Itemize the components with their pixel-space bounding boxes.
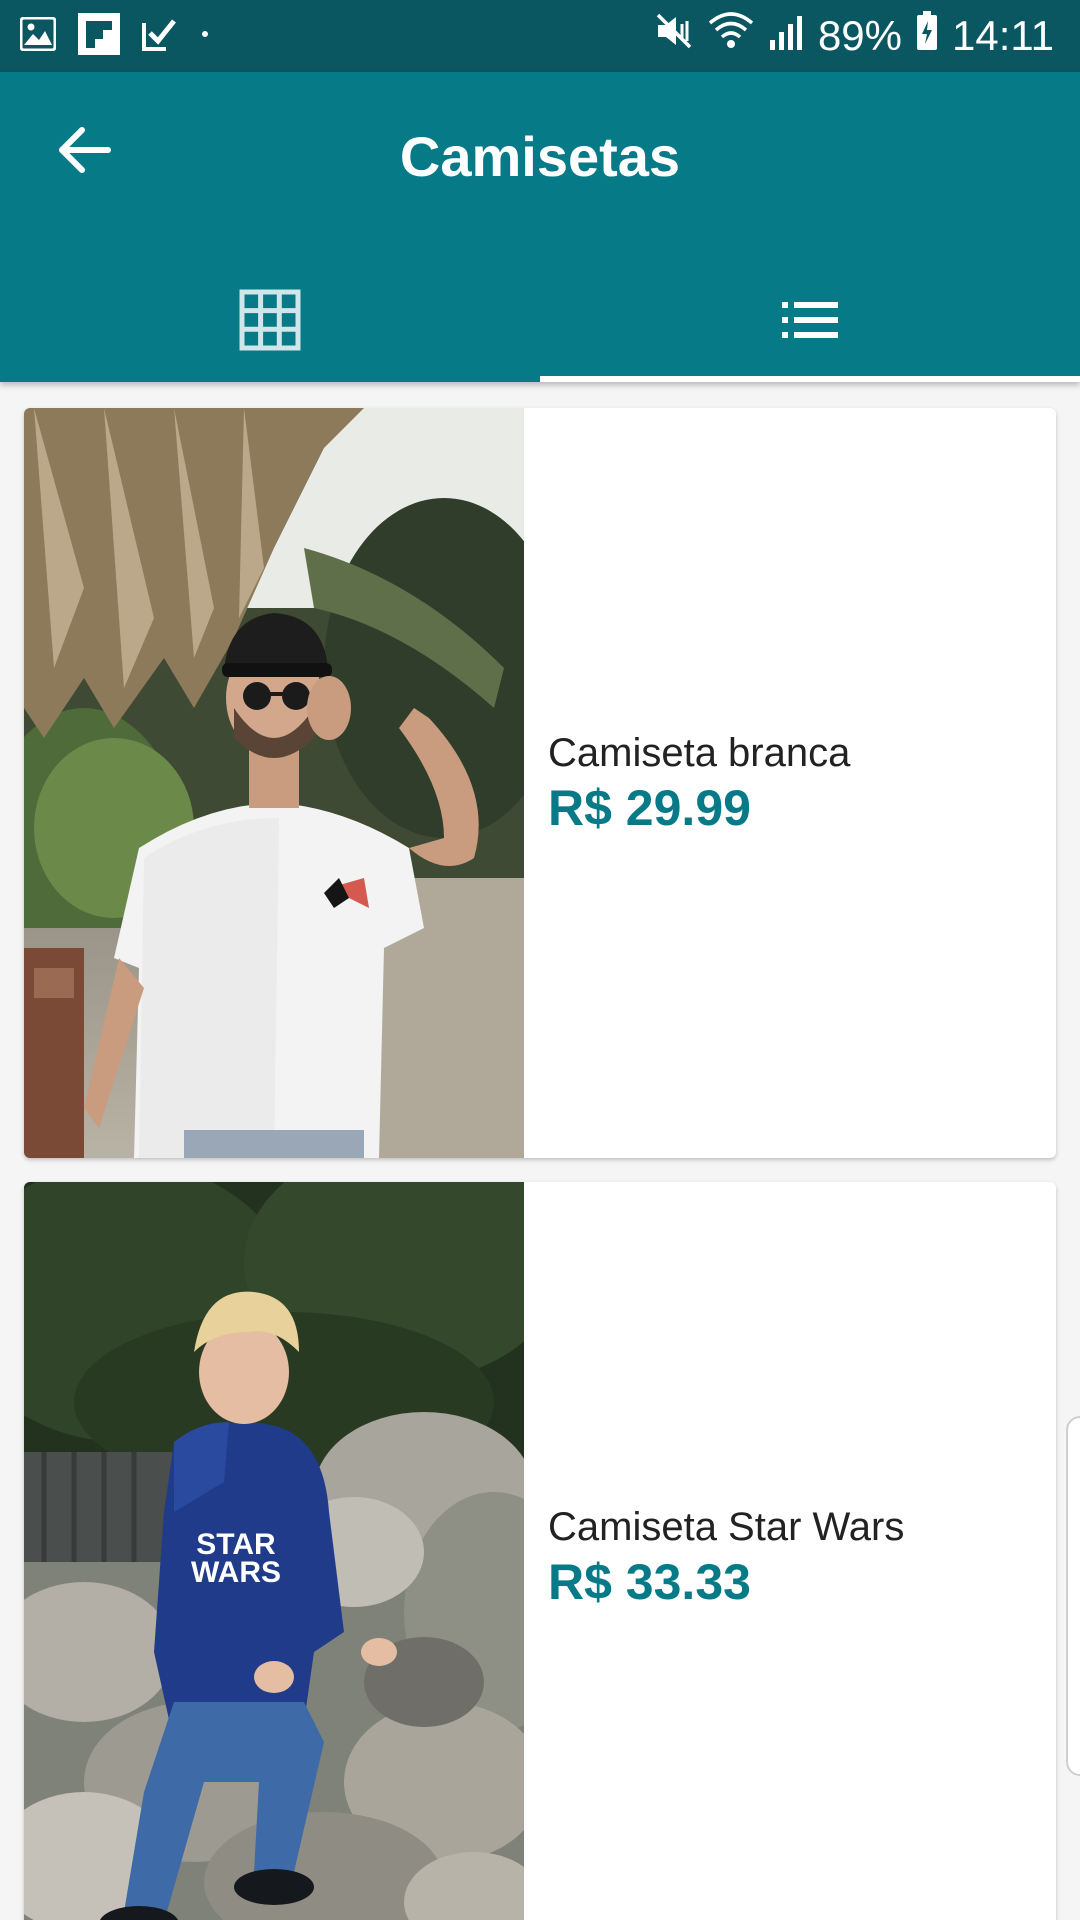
product-image: STAR WARS bbox=[24, 1182, 524, 1920]
dot-icon bbox=[198, 27, 212, 46]
product-list: Camiseta branca R$ 29.99 STAR WARS Camis… bbox=[0, 382, 1080, 1920]
screen: 89% 14:11 Camisetas Camiseta branca R$ 2… bbox=[0, 0, 1080, 1920]
status-bar: 89% 14:11 bbox=[0, 0, 1080, 72]
clock: 14:11 bbox=[952, 12, 1054, 59]
back-button[interactable] bbox=[44, 112, 124, 192]
tasks-icon bbox=[142, 17, 176, 56]
notification-icons bbox=[19, 12, 212, 60]
wifi-icon bbox=[708, 11, 754, 61]
gallery-icon bbox=[19, 16, 57, 56]
product-image bbox=[24, 408, 524, 1158]
flipboard-icon bbox=[78, 12, 120, 60]
list-icon bbox=[782, 300, 838, 345]
system-status: 89% 14:11 bbox=[654, 10, 1054, 62]
signal-icon bbox=[768, 12, 804, 60]
product-price: R$ 33.33 bbox=[548, 1554, 751, 1610]
product-price: R$ 29.99 bbox=[548, 780, 751, 836]
battery-icon bbox=[916, 11, 938, 61]
product-name: Camiseta Star Wars bbox=[548, 1505, 905, 1549]
app-bar: Camisetas bbox=[0, 72, 1080, 382]
product-info: Camiseta Star Wars R$ 33.33 bbox=[548, 1182, 1048, 1920]
page-title: Camisetas bbox=[399, 125, 681, 188]
battery-percent: 89% bbox=[817, 12, 902, 59]
tab-list-view[interactable] bbox=[540, 262, 1080, 382]
svg-text:WARS: WARS bbox=[191, 1556, 281, 1589]
product-info: Camiseta branca R$ 29.99 bbox=[548, 408, 1048, 1158]
mute-icon bbox=[654, 11, 694, 61]
product-name: Camiseta branca bbox=[548, 731, 851, 775]
arrow-left-icon bbox=[56, 125, 112, 180]
edge-panel-handle[interactable] bbox=[1066, 1416, 1080, 1776]
product-card[interactable]: Camiseta branca R$ 29.99 bbox=[24, 408, 1056, 1158]
product-card[interactable]: STAR WARS Camiseta Star Wars R$ 33.33 bbox=[24, 1182, 1056, 1920]
tab-grid-view[interactable] bbox=[0, 262, 540, 382]
grid-icon bbox=[239, 289, 301, 356]
